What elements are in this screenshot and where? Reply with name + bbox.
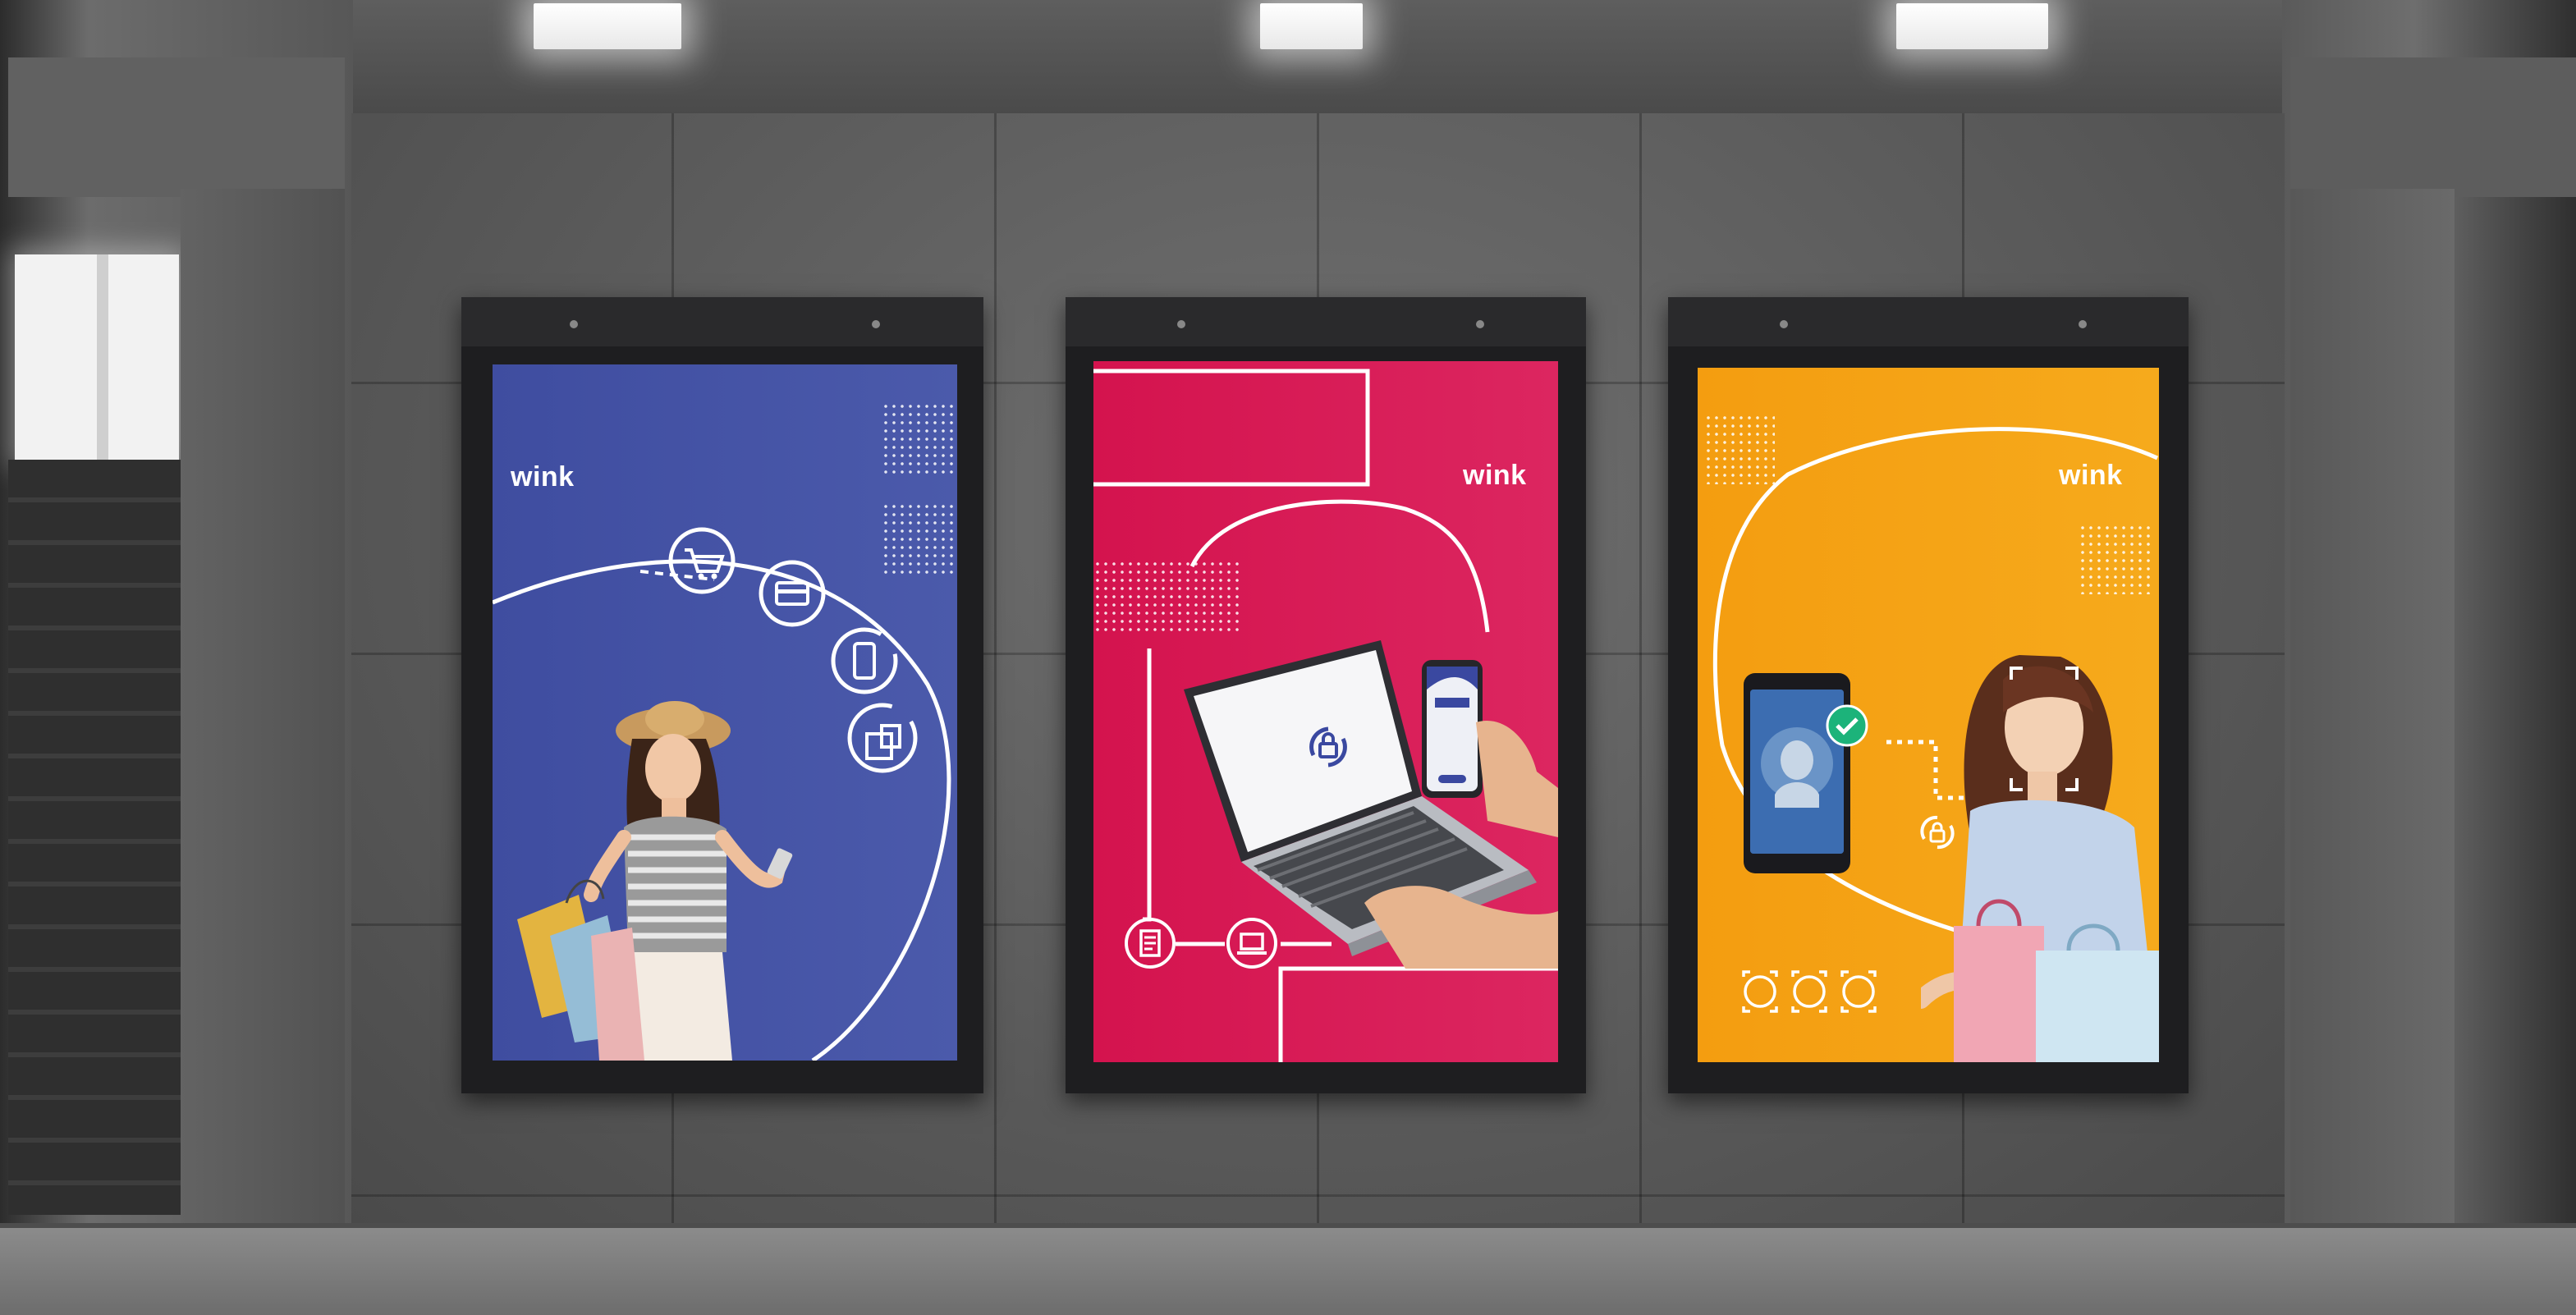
ceiling-light <box>534 3 681 49</box>
frame-bolt <box>872 320 880 328</box>
frame-bolt <box>2079 320 2087 328</box>
poster-face-verification: wink <box>1698 368 2159 1062</box>
right-pillar <box>2290 189 2455 1256</box>
phone-icon <box>831 627 898 694</box>
document-icon <box>1125 918 1176 969</box>
frame-bolt <box>1177 320 1185 328</box>
frame-bolt <box>1476 320 1484 328</box>
stairs <box>8 460 181 1215</box>
left-pillar <box>181 189 345 1256</box>
face-id-icon <box>1742 970 1877 1013</box>
card-icon <box>759 560 826 627</box>
window-divider <box>97 254 108 461</box>
shopping-bag-icon <box>847 703 918 773</box>
ceiling-light <box>1896 3 2048 49</box>
right-beam <box>2290 57 2576 197</box>
billboard-frame-3: wink <box>1668 297 2189 1093</box>
woman-shopping-photo <box>517 701 793 1061</box>
left-beam <box>8 57 345 197</box>
ceiling-light <box>1260 3 1363 49</box>
billboard-frame-1: wink <box>461 297 983 1093</box>
shopping-cart-icon <box>668 527 736 594</box>
lock-refresh-icon <box>1309 726 1347 767</box>
frame-header <box>461 297 983 346</box>
frame-header <box>1066 297 1586 346</box>
laptop-and-phone-photo <box>1184 640 1558 969</box>
subway-billboard-scene: wink wink wink <box>0 0 2576 1315</box>
frame-bolt <box>570 320 578 328</box>
frame-bolt <box>1780 320 1788 328</box>
floor <box>0 1223 2576 1315</box>
woman-face-verified-photo <box>1921 655 2159 1062</box>
billboard-frame-2: wink <box>1066 297 1586 1093</box>
poster-shopping: wink <box>493 364 957 1061</box>
floor-edge <box>0 1223 2576 1228</box>
poster-secure-login: wink <box>1093 361 1558 1062</box>
face-scan-phone <box>1744 673 1868 873</box>
frame-header <box>1668 297 2189 346</box>
